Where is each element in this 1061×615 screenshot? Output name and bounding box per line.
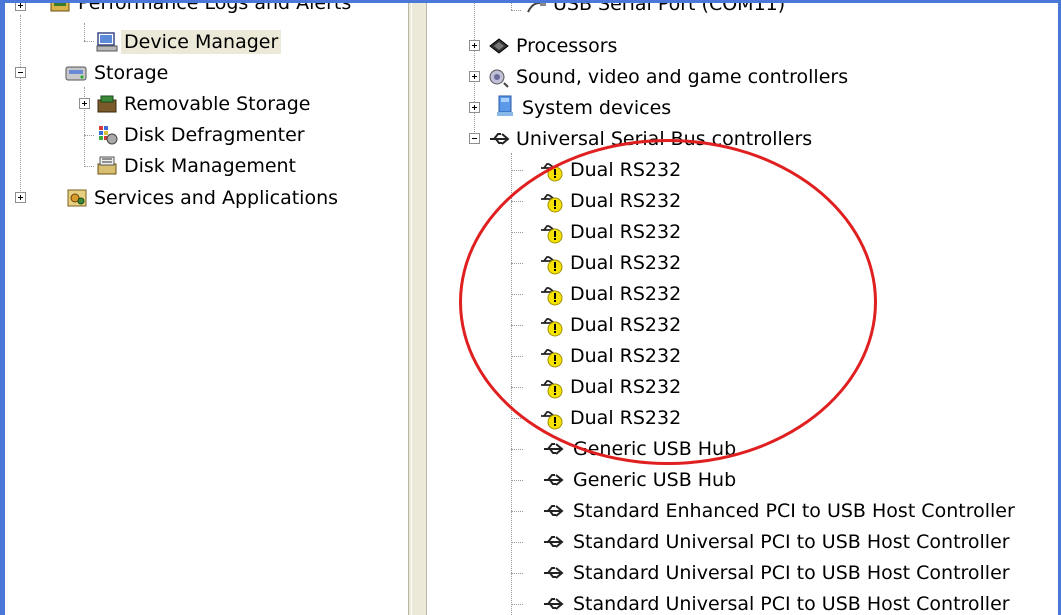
expand-toggle[interactable] bbox=[469, 102, 480, 113]
usb-warning-icon bbox=[539, 344, 563, 368]
tree-connector bbox=[511, 10, 521, 11]
storage-icon bbox=[64, 61, 88, 85]
device-manager-icon bbox=[95, 30, 119, 54]
tree-connector bbox=[511, 573, 523, 574]
tree-connector bbox=[511, 356, 523, 357]
tree-item-disk-defragmenter[interactable]: Disk Defragmenter bbox=[121, 123, 308, 147]
tree-item-usb-device[interactable]: Standard Enhanced PCI to USB Host Contro… bbox=[570, 499, 1018, 523]
tree-item-system-devices[interactable]: System devices bbox=[519, 96, 674, 120]
tree-item-usb-device[interactable]: Standard Universal PCI to USB Host Contr… bbox=[570, 530, 1013, 554]
tree-item-performance-logs[interactable]: Performance Logs and Alerts bbox=[75, 3, 354, 15]
tree-item-usb-device[interactable]: Dual RS232 bbox=[567, 375, 684, 399]
disk-defragmenter-icon bbox=[95, 123, 119, 147]
tree-connector bbox=[511, 480, 523, 481]
pane-splitter[interactable] bbox=[408, 3, 427, 615]
usb-warning-icon bbox=[539, 251, 563, 275]
tree-connector bbox=[511, 3, 512, 10]
tree-connector bbox=[511, 294, 523, 295]
usb-icon bbox=[541, 499, 565, 523]
usb-icon bbox=[541, 561, 565, 585]
tree-item-usb-device[interactable]: Generic USB Hub bbox=[570, 468, 739, 492]
usb-icon bbox=[541, 592, 565, 615]
collapse-toggle[interactable] bbox=[15, 67, 26, 78]
tree-connector bbox=[511, 387, 523, 388]
tree-connector bbox=[511, 201, 523, 202]
collapse-toggle[interactable] bbox=[469, 133, 480, 144]
serial-port-icon bbox=[524, 3, 548, 18]
tree-connector bbox=[511, 542, 523, 543]
expand-toggle[interactable] bbox=[469, 40, 480, 51]
usb-warning-icon bbox=[539, 406, 563, 430]
tree-item-usb-controllers[interactable]: Universal Serial Bus controllers bbox=[513, 127, 815, 151]
usb-warning-icon bbox=[539, 220, 563, 244]
disk-management-icon bbox=[95, 154, 119, 178]
performance-logs-icon bbox=[48, 3, 72, 16]
tree-item-usb-device[interactable]: Dual RS232 bbox=[567, 220, 684, 244]
usb-icon bbox=[541, 530, 565, 554]
tree-connector bbox=[511, 170, 523, 171]
usb-icon bbox=[541, 437, 565, 461]
tree-item-usb-device[interactable]: Dual RS232 bbox=[567, 251, 684, 275]
tree-connector bbox=[511, 232, 523, 233]
tree-item-usb-device[interactable]: Dual RS232 bbox=[567, 282, 684, 306]
tree-item-usb-device[interactable]: Dual RS232 bbox=[567, 344, 684, 368]
tree-item-services-and-applications[interactable]: Services and Applications bbox=[91, 186, 341, 210]
usb-warning-icon bbox=[539, 189, 563, 213]
console-tree-pane[interactable]: Performance Logs and Alerts Device Manag… bbox=[5, 3, 408, 615]
tree-item-usb-device[interactable]: Generic USB Hub bbox=[570, 437, 739, 461]
expand-toggle[interactable] bbox=[79, 98, 90, 109]
tree-item-usb-device[interactable]: Standard Universal PCI to USB Host Contr… bbox=[570, 561, 1013, 585]
tree-connector bbox=[84, 166, 94, 167]
tree-item-sound-video-game[interactable]: Sound, video and game controllers bbox=[513, 65, 851, 89]
tree-item-processors[interactable]: Processors bbox=[513, 34, 620, 58]
tree-item-device-manager[interactable]: Device Manager bbox=[121, 30, 282, 54]
expand-toggle[interactable] bbox=[15, 3, 26, 11]
tree-item-usb-device[interactable]: Standard Universal PCI to USB Host Contr… bbox=[570, 592, 1013, 615]
tree-connector bbox=[84, 135, 94, 136]
tree-connector bbox=[84, 23, 85, 41]
tree-item-usb-device[interactable]: Dual RS232 bbox=[567, 313, 684, 337]
tree-connector bbox=[511, 418, 523, 419]
tree-item-usb-device[interactable]: Dual RS232 bbox=[567, 158, 684, 182]
expand-toggle[interactable] bbox=[15, 192, 26, 203]
services-icon bbox=[65, 186, 89, 210]
tree-connector bbox=[511, 449, 523, 450]
device-tree-pane[interactable]: USB Serial Port (COM11) Processors Sound… bbox=[427, 3, 1058, 615]
tree-connector bbox=[84, 41, 94, 42]
tree-item-storage[interactable]: Storage bbox=[91, 61, 171, 85]
removable-storage-icon bbox=[95, 92, 119, 116]
usb-warning-icon bbox=[539, 313, 563, 337]
tree-connector bbox=[511, 153, 512, 615]
tree-connector bbox=[511, 511, 523, 512]
tree-connector bbox=[511, 263, 523, 264]
processor-icon bbox=[487, 34, 511, 58]
usb-warning-icon bbox=[539, 282, 563, 306]
tree-connector bbox=[511, 325, 523, 326]
sound-icon bbox=[487, 65, 511, 89]
usb-icon bbox=[541, 468, 565, 492]
usb-warning-icon bbox=[539, 158, 563, 182]
tree-connector bbox=[20, 15, 21, 193]
tree-item-usb-device[interactable]: Dual RS232 bbox=[567, 406, 684, 430]
tree-connector bbox=[511, 604, 523, 605]
usb-warning-icon bbox=[539, 375, 563, 399]
usb-icon bbox=[487, 127, 511, 151]
tree-item-usb-serial-port[interactable]: USB Serial Port (COM11) bbox=[550, 3, 788, 16]
system-devices-icon bbox=[493, 94, 517, 118]
tree-item-removable-storage[interactable]: Removable Storage bbox=[121, 92, 313, 116]
expand-toggle[interactable] bbox=[469, 71, 480, 82]
tree-item-disk-management[interactable]: Disk Management bbox=[121, 154, 299, 178]
tree-item-usb-device[interactable]: Dual RS232 bbox=[567, 189, 684, 213]
